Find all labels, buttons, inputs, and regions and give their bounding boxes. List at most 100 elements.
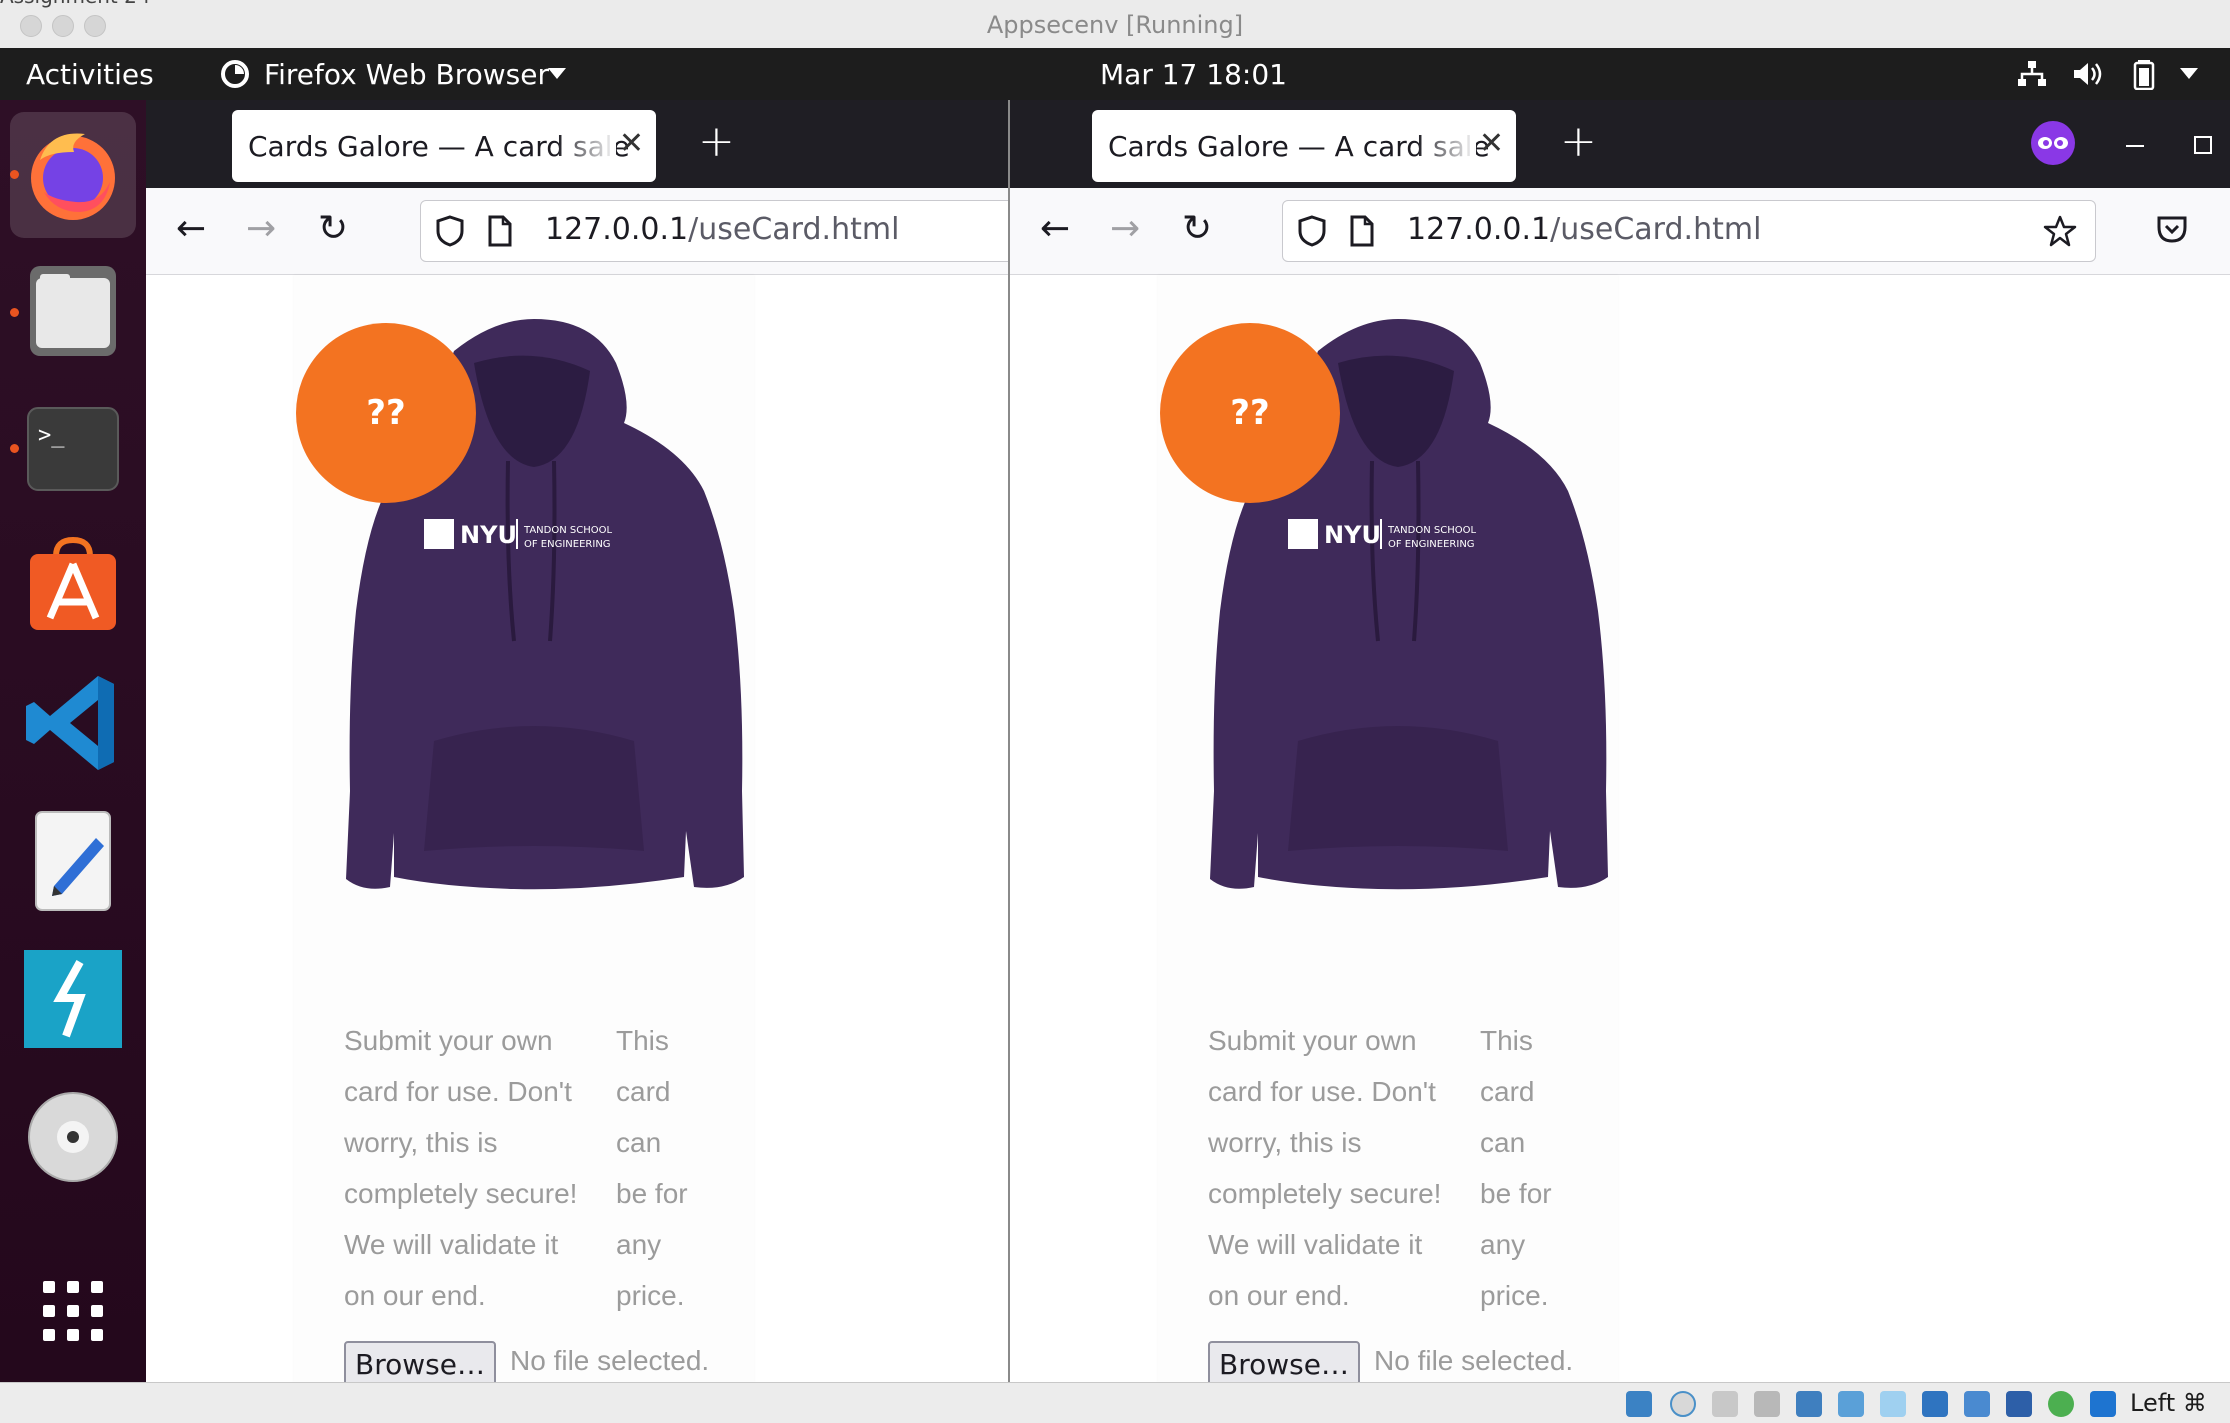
zap-icon <box>24 950 122 1048</box>
usb-icon[interactable] <box>1838 1391 1864 1417</box>
description-line: card <box>1480 1076 1535 1107</box>
keyboard-capture-icon[interactable] <box>2090 1391 2116 1417</box>
app-store-icon <box>30 536 116 630</box>
description-line: card for use. Don't <box>1208 1076 1436 1107</box>
navigation-toolbar: ← → ↻ 127.0.0.1/useCard.html <box>146 188 1008 275</box>
disc-icon <box>28 1092 118 1182</box>
url-path: /useCard.html <box>1550 212 1762 247</box>
browser-window-right: Cards Galore — A card sale s ✕ + ← → ↻ 1… <box>1010 100 2230 1382</box>
dock-zap-app[interactable] <box>10 936 136 1062</box>
address-bar[interactable]: 127.0.0.1/useCard.html <box>1282 200 2096 262</box>
network-icon[interactable] <box>2016 60 2048 88</box>
description-line: Submit your own <box>1208 1025 1417 1056</box>
app-menu-chevron-down-icon <box>548 68 566 79</box>
running-indicator <box>10 444 19 453</box>
browser-window-left: Cards Galore — A card sale s ✕ + ← → ↻ 1… <box>146 100 1008 1382</box>
tracking-shield-icon[interactable] <box>1297 215 1327 247</box>
address-bar[interactable]: 127.0.0.1/useCard.html <box>420 200 1008 262</box>
battery-icon[interactable] <box>2130 58 2158 90</box>
back-arrow-icon[interactable]: ← <box>1040 208 1070 249</box>
description-col-1: Submit your own card for use. Don't worr… <box>344 1015 604 1321</box>
tab-title-fade <box>556 114 616 178</box>
dock-terminal[interactable]: >_ <box>10 386 136 512</box>
description-line: worry, this is <box>344 1127 498 1158</box>
bookmark-star-icon[interactable] <box>2043 215 2077 247</box>
svg-text:TANDON SCHOOL: TANDON SCHOOL <box>523 525 612 536</box>
gnome-top-panel: Activities Firefox Web Browser Mar 17 18… <box>0 48 2230 100</box>
close-tab-icon[interactable]: ✕ <box>1479 126 1504 161</box>
optical-drive-icon[interactable] <box>1670 1391 1696 1417</box>
maximize-icon[interactable] <box>2194 136 2212 154</box>
running-indicator <box>10 170 19 179</box>
tracking-shield-icon[interactable] <box>435 215 465 247</box>
description-line: any <box>1480 1229 1526 1260</box>
description-line: any <box>616 1229 662 1260</box>
pocket-icon[interactable] <box>2156 214 2188 244</box>
volume-icon[interactable] <box>2072 60 2106 88</box>
dock-text-editor[interactable] <box>10 798 136 924</box>
svg-text:TANDON SCHOOL: TANDON SCHOOL <box>1387 525 1476 536</box>
tab-strip: Cards Galore — A card sale s ✕ + <box>1010 100 2230 188</box>
system-menu-chevron-down-icon[interactable] <box>2180 68 2198 79</box>
description-line: can <box>1480 1127 1526 1158</box>
description-line: be for <box>616 1178 688 1209</box>
network-adapter-icon[interactable] <box>1796 1391 1822 1417</box>
new-tab-button[interactable]: + <box>1560 116 1597 167</box>
firefox-icon <box>31 133 115 220</box>
clock[interactable]: Mar 17 18:01 <box>1100 58 1287 91</box>
audio-status-icon[interactable] <box>1626 1391 1652 1417</box>
page-info-icon[interactable] <box>487 215 513 247</box>
description-line: completely secure! <box>344 1178 578 1209</box>
minimize-icon[interactable] <box>2126 145 2144 147</box>
vm-window-titlebar: Assignment 2 f Appsecenv [Running] <box>0 0 2230 49</box>
reload-icon[interactable]: ↻ <box>318 208 348 249</box>
app-menu-button[interactable]: Firefox Web Browser <box>264 58 549 91</box>
description-col-2: This card can be for any price. <box>616 1015 726 1321</box>
description-line: price. <box>1480 1280 1549 1311</box>
svg-text:>_: >_ <box>38 423 65 448</box>
price-badge: ?? <box>296 323 476 503</box>
display-icon[interactable] <box>1922 1391 1948 1417</box>
page-info-icon[interactable] <box>1349 215 1375 247</box>
url-host: 127.0.0.1 <box>1407 212 1551 247</box>
shared-folder-icon[interactable] <box>1880 1391 1906 1417</box>
tab-cards-galore[interactable]: Cards Galore — A card sale s ✕ <box>232 110 656 182</box>
forward-arrow-icon[interactable]: → <box>246 208 276 249</box>
mouse-integration-icon[interactable] <box>2048 1391 2074 1417</box>
back-arrow-icon[interactable]: ← <box>176 208 206 249</box>
description-line: This <box>1480 1025 1533 1056</box>
activities-button[interactable]: Activities <box>26 58 154 91</box>
tab-strip: Cards Galore — A card sale s ✕ + <box>146 100 1008 188</box>
dock-disc[interactable] <box>10 1074 136 1200</box>
browse-file-button[interactable]: Browse… <box>344 1341 496 1382</box>
dock-software[interactable] <box>10 522 136 648</box>
file-status-text: No file selected. <box>510 1345 710 1376</box>
description-line: card for use. Don't <box>344 1076 572 1107</box>
file-status-text: No file selected. <box>1374 1345 1574 1376</box>
dock-vscode[interactable] <box>10 660 136 786</box>
reload-icon[interactable]: ↻ <box>1182 208 1212 249</box>
tab-cards-galore[interactable]: Cards Galore — A card sale s ✕ <box>1092 110 1516 182</box>
storage-icon[interactable] <box>1754 1391 1780 1417</box>
app-grid-icon <box>43 1281 103 1341</box>
vm-window-title: Appsecenv [Running] <box>986 11 1244 39</box>
recording-icon[interactable] <box>1964 1391 1990 1417</box>
new-tab-button[interactable]: + <box>698 116 735 167</box>
show-applications-button[interactable] <box>10 1248 136 1374</box>
floppy-icon[interactable] <box>1712 1391 1738 1417</box>
dock-files[interactable] <box>10 250 136 376</box>
description-line: on our end. <box>344 1280 486 1311</box>
description-col-2: This card can be for any price. <box>1480 1015 1590 1321</box>
browse-file-button[interactable]: Browse… <box>1208 1341 1360 1382</box>
price-badge: ?? <box>1160 323 1340 503</box>
page-content: NYU TANDON SCHOOL OF ENGINEERING ?? Subm… <box>146 275 1008 1382</box>
description-line: This <box>616 1025 669 1056</box>
virtualization-icon[interactable] <box>2006 1391 2032 1417</box>
forward-arrow-icon[interactable]: → <box>1110 208 1140 249</box>
svg-text:NYU: NYU <box>460 521 517 549</box>
svg-text:OF ENGINEERING: OF ENGINEERING <box>1388 539 1475 550</box>
url-host: 127.0.0.1 <box>545 212 689 247</box>
close-tab-icon[interactable]: ✕ <box>619 126 644 161</box>
svg-text:OF ENGINEERING: OF ENGINEERING <box>524 539 611 550</box>
dock-firefox[interactable] <box>10 112 136 238</box>
